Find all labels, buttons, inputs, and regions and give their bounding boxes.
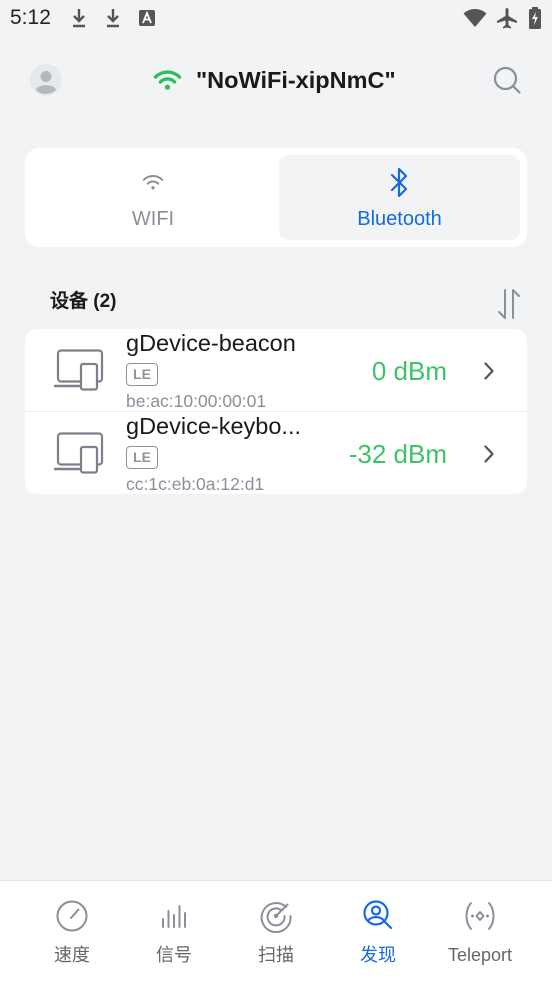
signal-bars-icon <box>157 899 191 933</box>
device-mac: cc:1c:eb:0a:12:d1 <box>126 474 265 494</box>
status-time: 5:12 <box>10 6 51 29</box>
device-name: gDevice-beacon <box>126 330 296 356</box>
nav-label: Teleport <box>447 945 513 965</box>
chevron-right-icon <box>484 362 494 380</box>
device-row[interactable]: gDevice-keybo... LE cc:1c:eb:0a:12:d1 -3… <box>25 411 527 494</box>
nav-item-teleport[interactable]: Teleport <box>429 881 531 983</box>
speedometer-icon <box>55 899 89 933</box>
nav-label: 速度 <box>54 945 90 965</box>
nav-item-discover[interactable]: 发现 <box>327 881 429 983</box>
wifi-icon <box>141 172 165 191</box>
device-type-badge: LE <box>126 363 158 386</box>
device-rssi: 0 dBm <box>371 356 447 386</box>
discover-icon <box>361 899 395 933</box>
device-type-badge: LE <box>126 446 158 469</box>
chevron-right-icon <box>484 445 494 463</box>
nav-item-speed[interactable]: 速度 <box>21 881 123 983</box>
wifi-icon <box>152 67 183 91</box>
status-bar: 5:12 <box>0 0 552 36</box>
battery-charging-icon <box>528 7 542 29</box>
tab-bluetooth[interactable]: Bluetooth <box>279 155 520 240</box>
device-name: gDevice-keybo... <box>126 413 302 439</box>
connection-type-tabs: WIFI Bluetooth <box>25 148 527 247</box>
teleport-icon <box>463 899 497 933</box>
download-icon <box>105 8 121 28</box>
bottom-nav: 速度 信号 扫描 发现 Teleport <box>0 880 552 983</box>
download-icon <box>71 8 87 28</box>
font-a-icon <box>139 10 155 26</box>
devices-icon <box>54 349 106 391</box>
search-icon[interactable] <box>493 66 521 94</box>
avatar[interactable] <box>30 64 62 96</box>
app-screen: 5:12 "NoWiFi-xipNmC" WIFI Bluetooth 设备 (… <box>0 0 552 983</box>
wifi-icon <box>463 8 487 28</box>
devices-icon <box>54 432 106 474</box>
nav-item-scan[interactable]: 扫描 <box>225 881 327 983</box>
nav-item-signal[interactable]: 信号 <box>123 881 225 983</box>
nav-label: 发现 <box>360 945 396 965</box>
radar-icon <box>259 899 293 933</box>
person-icon <box>30 64 62 96</box>
device-rssi: -32 dBm <box>348 439 447 469</box>
network-name[interactable]: "NoWiFi-xipNmC" <box>196 66 396 94</box>
tab-bluetooth-label: Bluetooth <box>357 208 442 230</box>
nav-label: 扫描 <box>258 945 294 965</box>
sort-icon[interactable] <box>497 288 521 320</box>
devices-section-title: 设备 (2) <box>50 291 117 312</box>
tab-wifi[interactable]: WIFI <box>32 155 274 240</box>
airplane-icon <box>496 7 518 29</box>
device-list: gDevice-beacon LE be:ac:10:00:00:01 0 dB… <box>25 329 527 494</box>
device-mac: be:ac:10:00:00:01 <box>126 391 267 411</box>
tab-wifi-label: WIFI <box>131 208 175 230</box>
bluetooth-icon <box>389 165 409 200</box>
device-row[interactable]: gDevice-beacon LE be:ac:10:00:00:01 0 dB… <box>25 329 527 411</box>
nav-label: 信号 <box>156 945 192 965</box>
